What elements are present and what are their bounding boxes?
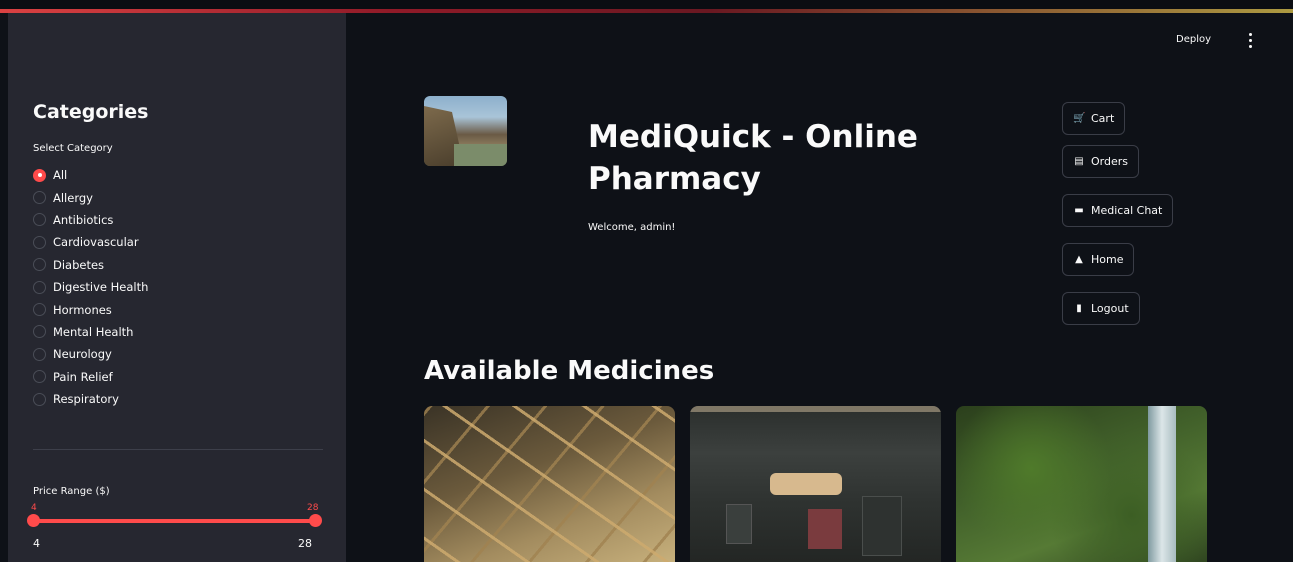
radio-mental-health[interactable]: Mental Health — [33, 321, 148, 343]
medicine-card-image[interactable] — [690, 406, 941, 562]
radio-label: Diabetes — [53, 257, 105, 272]
radio-unselected-icon — [33, 303, 46, 317]
slider-min-label: 4 — [33, 537, 40, 550]
app-header-strip — [0, 0, 1293, 13]
radio-unselected-icon — [33, 213, 46, 227]
kebab-menu-icon[interactable] — [1242, 30, 1258, 50]
sidebar-title: Categories — [33, 101, 149, 123]
orders-icon: ▤ — [1074, 156, 1084, 167]
radio-hormones[interactable]: Hormones — [33, 298, 148, 320]
image-detail — [770, 473, 842, 495]
price-slider-min-handle[interactable] — [27, 514, 40, 527]
radio-neurology[interactable]: Neurology — [33, 343, 148, 365]
page-title: MediQuick - Online Pharmacy — [588, 119, 918, 197]
radio-allergy[interactable]: Allergy — [33, 186, 148, 208]
cart-button[interactable]: 🛒 Cart — [1062, 102, 1126, 135]
logout-icon: ▮ — [1076, 303, 1082, 314]
radio-selected-icon — [33, 168, 46, 182]
image-detail — [862, 496, 902, 556]
radio-label: Allergy — [53, 190, 93, 205]
radio-unselected-icon — [33, 392, 46, 406]
medical-chat-button[interactable]: ▬ Medical Chat — [1062, 194, 1174, 227]
slider-max-label: 28 — [298, 537, 312, 550]
deploy-button[interactable]: Deploy — [1176, 34, 1211, 45]
radio-all[interactable]: All — [33, 164, 148, 186]
home-button[interactable]: ▲ Home — [1062, 243, 1135, 276]
radio-pain-relief[interactable]: Pain Relief — [33, 366, 148, 388]
radio-unselected-icon — [33, 191, 46, 205]
category-select-label: Select Category — [33, 143, 113, 154]
orders-button[interactable]: ▤ Orders — [1062, 145, 1139, 178]
radio-unselected-icon — [33, 347, 46, 361]
radio-label: Pain Relief — [53, 369, 113, 384]
chat-icon: ▬ — [1074, 205, 1084, 216]
radio-label: All — [53, 168, 68, 183]
radio-digestive-health[interactable]: Digestive Health — [33, 276, 148, 298]
medicine-card-image[interactable] — [424, 406, 675, 562]
sidebar-divider — [33, 449, 323, 450]
sidebar: Categories Select Category All Allergy A… — [8, 13, 346, 562]
radio-label: Cardiovascular — [53, 235, 139, 250]
radio-unselected-icon — [33, 325, 46, 339]
category-radio-group: All Allergy Antibiotics Cardiovascular D… — [33, 164, 148, 410]
image-detail — [808, 509, 842, 549]
radio-label: Hormones — [53, 302, 112, 317]
radio-label: Respiratory — [53, 392, 119, 407]
radio-label: Neurology — [53, 347, 112, 362]
radio-unselected-icon — [33, 370, 46, 384]
price-range-label: Price Range ($) — [33, 486, 110, 497]
button-label: Home — [1091, 253, 1124, 266]
radio-unselected-icon — [33, 258, 46, 272]
radio-cardiovascular[interactable]: Cardiovascular — [33, 231, 148, 253]
button-label: Medical Chat — [1091, 204, 1163, 217]
button-label: Logout — [1091, 302, 1129, 315]
section-title: Available Medicines — [424, 356, 715, 386]
logout-button[interactable]: ▮ Logout — [1062, 292, 1140, 325]
slider-high-value: 28 — [307, 503, 319, 513]
price-slider-max-handle[interactable] — [309, 514, 322, 527]
radio-label: Antibiotics — [53, 212, 114, 227]
radio-label: Mental Health — [53, 324, 134, 339]
radio-label: Digestive Health — [53, 280, 149, 295]
welcome-message: Welcome, admin! — [588, 222, 676, 233]
image-detail — [690, 406, 941, 412]
slider-low-value: 4 — [31, 503, 37, 513]
radio-diabetes[interactable]: Diabetes — [33, 254, 148, 276]
button-label: Cart — [1091, 112, 1115, 125]
button-label: Orders — [1091, 155, 1128, 168]
image-detail — [726, 504, 752, 544]
radio-unselected-icon — [33, 280, 46, 294]
logo-ground — [454, 144, 507, 166]
image-detail — [1148, 406, 1176, 562]
radio-antibiotics[interactable]: Antibiotics — [33, 209, 148, 231]
medicine-card-image[interactable] — [956, 406, 1207, 562]
app-logo — [424, 96, 507, 166]
radio-unselected-icon — [33, 235, 46, 249]
radio-respiratory[interactable]: Respiratory — [33, 388, 148, 410]
home-icon: ▲ — [1075, 254, 1083, 265]
price-slider-track[interactable] — [33, 519, 316, 523]
cart-icon: 🛒 — [1073, 113, 1086, 124]
